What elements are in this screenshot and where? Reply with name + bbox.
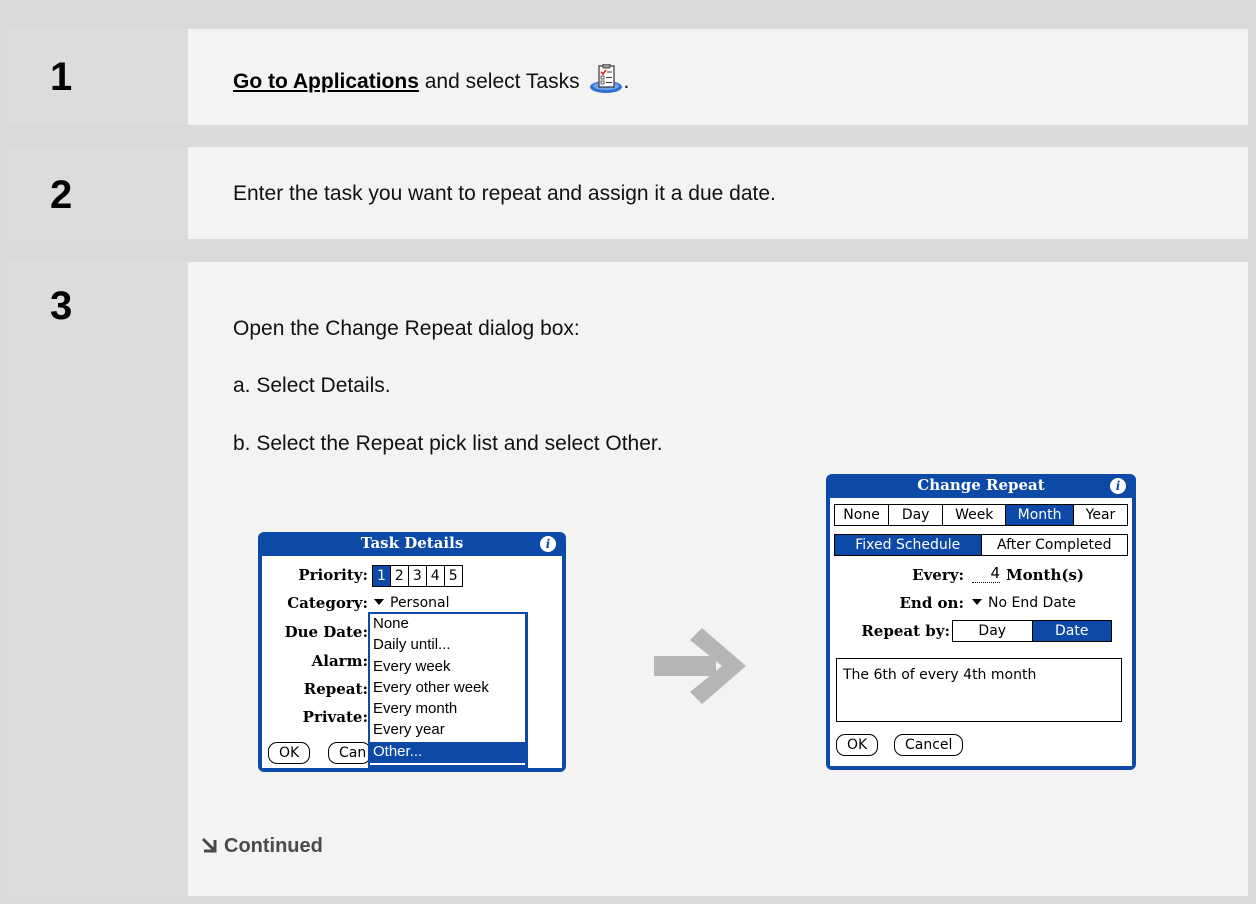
tab-year[interactable]: Year [1073, 505, 1128, 525]
step-number: 3 [8, 262, 188, 896]
category-value: Personal [390, 595, 450, 611]
priority-1[interactable]: 1 [373, 566, 391, 586]
step-1-period: . [623, 70, 630, 93]
repeat-option-every-other-week[interactable]: Every other week [370, 678, 525, 699]
step-1-text-after: and select Tasks [418, 70, 580, 93]
repeat-pick-list[interactable]: None Daily until... Every week Every oth… [368, 612, 528, 768]
private-label: Private: [302, 708, 368, 726]
tab-day[interactable]: Day [889, 505, 944, 525]
priority-5[interactable]: 5 [444, 566, 462, 586]
period-tabs[interactable]: None Day Week Month Year [834, 504, 1128, 526]
schedule-tabs[interactable]: Fixed Schedule After Completed [834, 534, 1128, 556]
repeat-description: The 6th of every 4th month [836, 658, 1122, 722]
step-number: 2 [8, 147, 188, 239]
step-1: 1 Go to Applications and select Tasks . [8, 29, 1248, 125]
alarm-label: Alarm: [311, 652, 368, 670]
step-2: 2 Enter the task you want to repeat and … [8, 147, 1248, 239]
info-icon[interactable]: i [1110, 478, 1126, 494]
repeat-option-every-year[interactable]: Every year [370, 720, 525, 741]
right-arrow-icon [654, 626, 750, 711]
tab-after-completed[interactable]: After Completed [981, 535, 1127, 555]
tab-fixed-schedule[interactable]: Fixed Schedule [835, 535, 982, 555]
priority-label: Priority: [298, 566, 368, 584]
step-2-text: Enter the task you want to repeat and as… [233, 182, 776, 205]
priority-3[interactable]: 3 [408, 566, 427, 586]
end-on-picker[interactable]: No End Date [972, 595, 1076, 611]
repeat-label: Repeat: [303, 680, 368, 698]
step-body: Enter the task you want to repeat and as… [188, 147, 1248, 239]
ok-button[interactable]: OK [836, 734, 879, 756]
repeat-option-every-week[interactable]: Every week [370, 657, 525, 678]
tab-week[interactable]: Week [943, 505, 1007, 525]
dropdown-triangle-icon [374, 599, 384, 605]
tasks-app-icon [589, 63, 623, 100]
continued-label: Continued [224, 835, 323, 857]
every-label: Every: [912, 566, 964, 584]
step-1-text: Go to Applications and select Tasks . [233, 63, 630, 100]
repeat-option-every-month[interactable]: Every month [370, 699, 525, 720]
tab-month[interactable]: Month [1006, 505, 1074, 525]
repeat-option-daily-until[interactable]: Daily until... [370, 635, 525, 656]
repeat-option-none[interactable]: None [370, 614, 525, 635]
step-3-intro: Open the Change Repeat dialog box: [233, 317, 580, 340]
priority-4[interactable]: 4 [426, 566, 445, 586]
dropdown-triangle-icon [972, 599, 982, 605]
ok-button[interactable]: OK [268, 742, 311, 764]
tab-none[interactable]: None [835, 505, 890, 525]
dialog-title: Change Repeat [917, 476, 1045, 494]
repeat-by-day[interactable]: Day [953, 621, 1033, 641]
step-body: Go to Applications and select Tasks . [188, 29, 1248, 125]
category-label: Category: [287, 594, 368, 612]
end-on-label: End on: [899, 594, 965, 612]
priority-selector[interactable]: 1 2 3 4 5 [372, 565, 463, 587]
step-number: 1 [8, 29, 188, 125]
step-3-sub-a: a. Select Details. [233, 374, 391, 397]
cancel-button[interactable]: Can [328, 742, 372, 764]
repeat-by-label: Repeat by: [861, 622, 950, 640]
step-3-sub-b: b. Select the Repeat pick list and selec… [233, 432, 663, 455]
every-value-field[interactable]: 4 [972, 564, 1000, 583]
down-right-arrow-icon [201, 837, 217, 853]
due-date-label: Due Date: [284, 623, 368, 641]
go-to-applications-link[interactable]: Go to Applications [233, 70, 419, 93]
repeat-option-other[interactable]: Other... [370, 741, 525, 764]
repeat-by-selector[interactable]: Day Date [952, 620, 1112, 642]
change-repeat-dialog: Change Repeat i None Day Week Month Year… [826, 474, 1136, 770]
page-frame: 1 Go to Applications and select Tasks . … [0, 0, 1256, 904]
dialog-title: Task Details [360, 534, 464, 552]
end-on-value: No End Date [988, 595, 1077, 611]
category-picker[interactable]: Personal [374, 595, 450, 611]
continued-indicator: Continued [200, 835, 323, 858]
info-icon[interactable]: i [540, 536, 556, 552]
every-unit: Month(s) [1006, 566, 1084, 584]
repeat-by-date[interactable]: Date [1032, 621, 1111, 641]
cancel-button[interactable]: Cancel [894, 734, 964, 756]
priority-2[interactable]: 2 [390, 566, 409, 586]
